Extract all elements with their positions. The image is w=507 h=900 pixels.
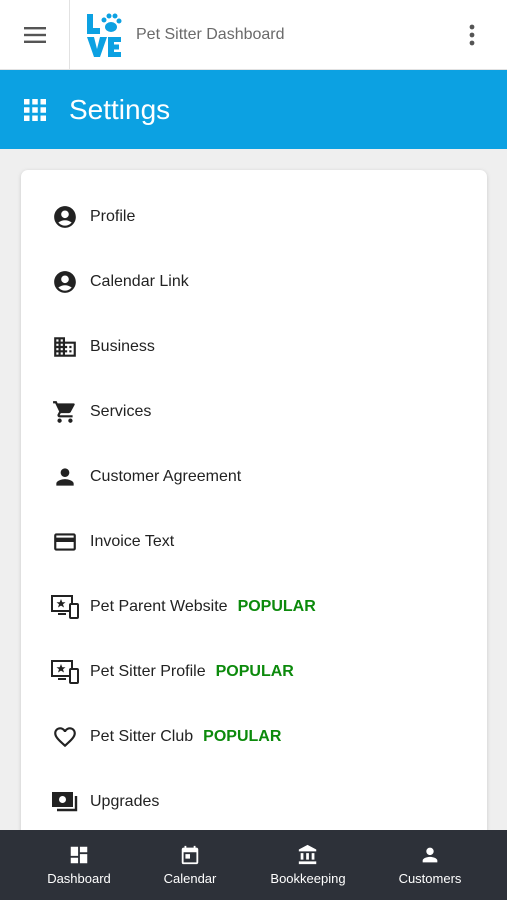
account-circle-icon [51, 268, 79, 296]
account-circle-icon [51, 203, 79, 231]
settings-item-invoice-text[interactable]: Invoice Text [21, 509, 487, 574]
settings-header: Settings [0, 70, 507, 149]
nav-item-calendar[interactable]: Calendar [140, 830, 240, 900]
app-title: Pet Sitter Dashboard [136, 25, 285, 43]
settings-card: Profile Calendar Link Business Services [21, 170, 487, 870]
devices-star-icon [51, 593, 79, 621]
settings-list: Profile Calendar Link Business Services [21, 170, 487, 834]
settings-item-label: Business [90, 337, 155, 355]
devices-star-icon [51, 658, 79, 686]
settings-item-label: Pet Parent Website [90, 597, 228, 615]
settings-item-label: Pet Sitter Profile [90, 662, 206, 680]
dashboard-icon [70, 846, 88, 864]
love-logo[interactable] [86, 12, 122, 58]
bottom-navigation: Dashboard Calendar Bookkeeping Customers [0, 830, 507, 900]
heart-outline-icon [51, 723, 79, 751]
settings-item-services[interactable]: Services [21, 379, 487, 444]
top-app-bar: Pet Sitter Dashboard [0, 0, 507, 70]
settings-item-label: Calendar Link [90, 272, 189, 290]
settings-item-label: Upgrades [90, 792, 160, 810]
menu-button[interactable] [0, 0, 70, 70]
love-paw-logo-icon [87, 13, 122, 57]
payments-icon [51, 788, 79, 816]
settings-item-calendar-link[interactable]: Calendar Link [21, 249, 487, 314]
settings-item-business[interactable]: Business [21, 314, 487, 379]
bank-icon [298, 844, 317, 865]
popular-badge: POPULAR [203, 727, 282, 745]
apps-grid-icon[interactable] [24, 98, 46, 121]
nav-label: Dashboard [47, 871, 111, 886]
settings-item-label: Customer Agreement [90, 467, 242, 485]
more-vert-icon [469, 24, 475, 45]
person-icon [422, 847, 438, 863]
nav-label: Calendar [163, 871, 217, 886]
nav-item-customers[interactable]: Customers [380, 830, 480, 900]
nav-item-dashboard[interactable]: Dashboard [29, 830, 129, 900]
page-title: Settings [69, 93, 171, 125]
settings-item-label: Invoice Text [90, 532, 175, 550]
nav-item-bookkeeping[interactable]: Bookkeeping [252, 830, 364, 900]
settings-item-pet-parent-website[interactable]: Pet Parent Website POPULAR [21, 574, 487, 639]
settings-item-label: Services [90, 402, 152, 420]
settings-item-customer-agreement[interactable]: Customer Agreement [21, 444, 487, 509]
nav-label: Bookkeeping [270, 871, 346, 886]
popular-badge: POPULAR [237, 597, 316, 615]
settings-item-label: Pet Sitter Club [90, 727, 194, 745]
hamburger-menu-icon [23, 26, 46, 43]
settings-item-pet-sitter-club[interactable]: Pet Sitter Club POPULAR [21, 704, 487, 769]
shopping-cart-icon [51, 398, 79, 426]
popular-badge: POPULAR [215, 662, 294, 680]
settings-item-label: Profile [90, 207, 136, 225]
calendar-icon [181, 845, 199, 865]
credit-card-icon [51, 528, 79, 556]
settings-item-pet-sitter-profile[interactable]: Pet Sitter Profile POPULAR [21, 639, 487, 704]
nav-label: Customers [398, 871, 462, 886]
settings-item-upgrades[interactable]: Upgrades [21, 769, 487, 834]
person-icon [51, 463, 79, 491]
business-icon [51, 333, 79, 361]
more-options-button[interactable] [437, 0, 507, 70]
settings-item-profile[interactable]: Profile [21, 184, 487, 249]
